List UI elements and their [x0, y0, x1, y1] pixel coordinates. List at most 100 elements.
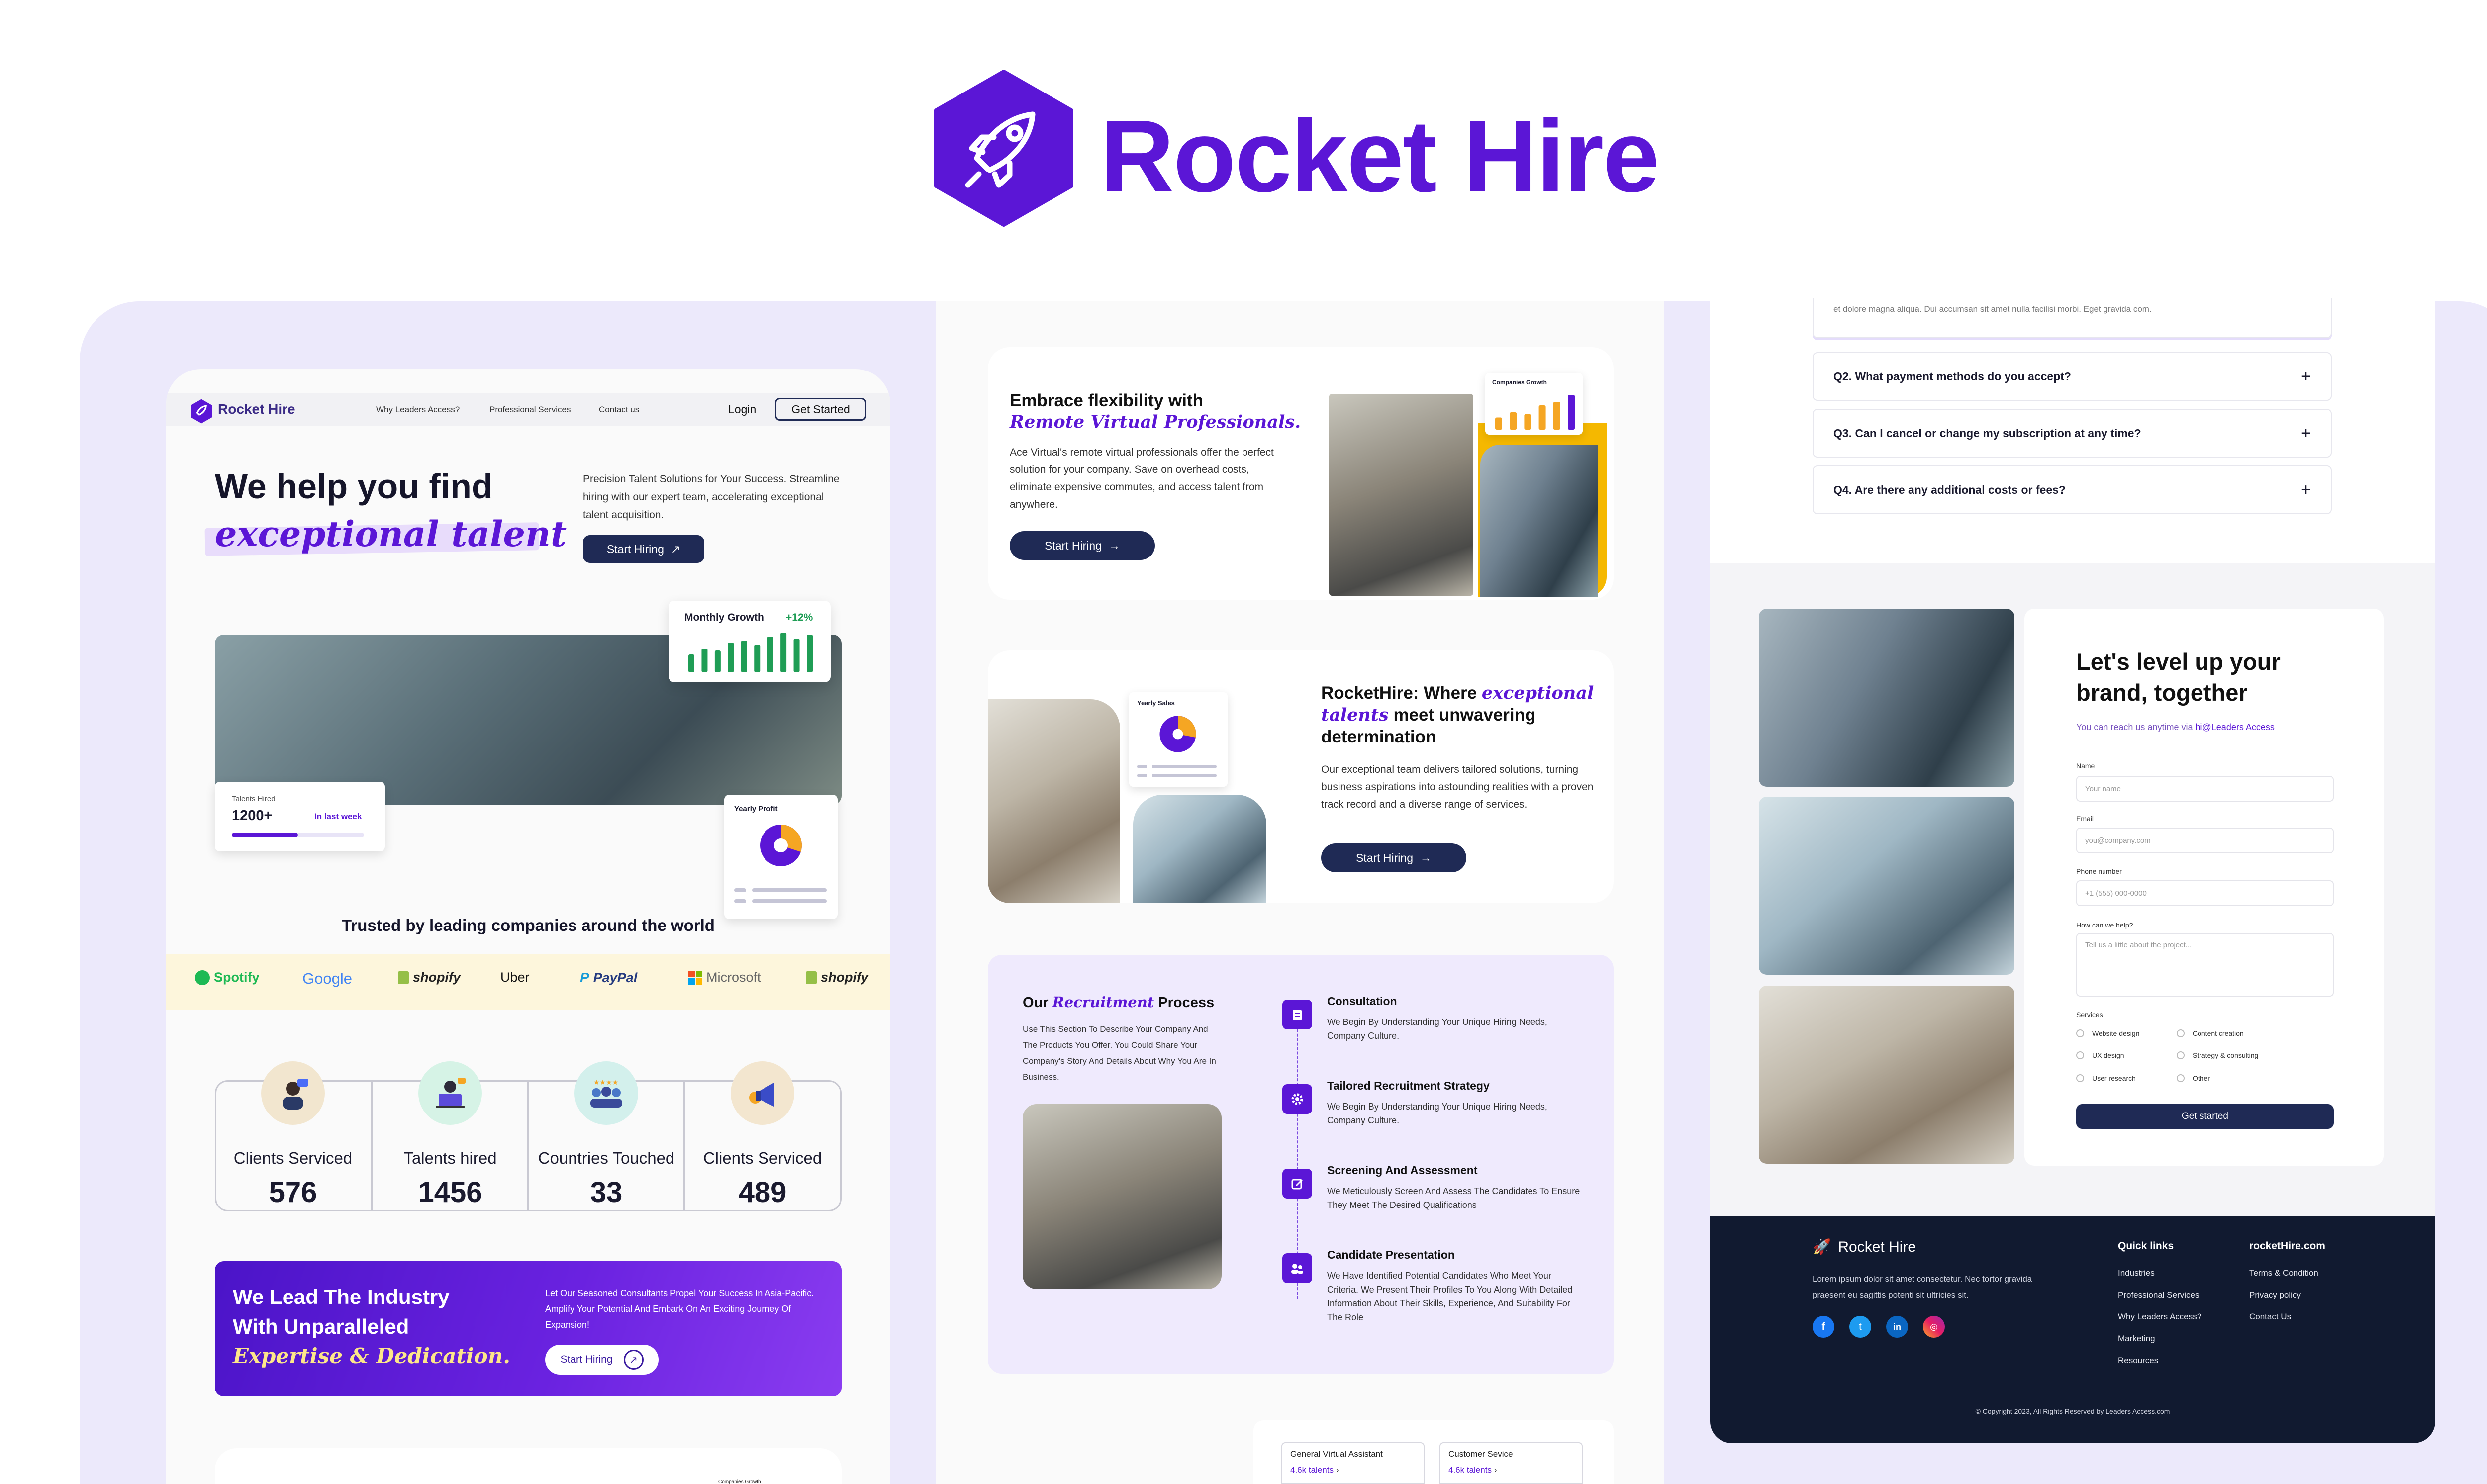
talents-label: Talents Hired [232, 795, 276, 803]
message-textarea[interactable]: Tell us a little about the project... [2076, 933, 2334, 997]
checkbox[interactable] [2076, 1074, 2084, 1082]
twitter-icon[interactable]: t [1849, 1316, 1871, 1338]
gear-icon [1282, 1084, 1312, 1114]
step-description: We Have Identified Potential Candidates … [1327, 1271, 1573, 1322]
banner-start-hiring-button[interactable]: Start Hiring ↗ [545, 1345, 659, 1375]
rocket-logo-icon[interactable] [190, 399, 213, 424]
name-input[interactable]: Your name [2076, 776, 2334, 802]
login-link[interactable]: Login [728, 403, 756, 416]
plus-icon[interactable]: + [2301, 480, 2311, 500]
talent-category-card[interactable]: General Virtual Assistant 4.6k talents › [1281, 1442, 1425, 1484]
copyright: © Copyright 2023, All Rights Reserved by… [1975, 1407, 2170, 1415]
microsoft-icon [688, 970, 702, 985]
faq-question: Q2. What payment methods do you accept? [1833, 370, 2071, 383]
instagram-icon[interactable]: ◎ [1923, 1316, 1945, 1338]
laptop-user-icon [418, 1061, 482, 1125]
rockethire-title: RocketHire: Where exceptional talents me… [1321, 682, 1600, 748]
plus-icon[interactable]: + [2301, 424, 2311, 443]
checkbox[interactable] [2076, 1029, 2084, 1037]
service-option[interactable]: UX design [2076, 1051, 2124, 1059]
phone-input[interactable]: +1 (555) 000-0000 [2076, 880, 2334, 906]
chevron-right-icon: › [1336, 1465, 1339, 1475]
growth-bar [1553, 402, 1560, 430]
nav-link-why[interactable]: Why Leaders Access? [376, 405, 460, 415]
embrace-cta-label: Start Hiring [1044, 539, 1102, 552]
plus-icon[interactable]: + [2301, 367, 2311, 386]
process-step: Consultation We Begin By Understanding Y… [1282, 995, 1581, 1043]
checkbox[interactable] [2177, 1051, 2185, 1059]
linkedin-icon[interactable]: in [1886, 1316, 1908, 1338]
quick-links-title: Quick links [2118, 1240, 2174, 1252]
megaphone-icon [731, 1061, 794, 1125]
facebook-icon[interactable]: f [1813, 1316, 1834, 1338]
edit-icon [1282, 1169, 1312, 1199]
service-option[interactable]: Website design [2076, 1029, 2139, 1037]
team-photo [1759, 609, 2014, 787]
talent-category-count: 4.6k talents › [1448, 1465, 1497, 1475]
nav-logo-text[interactable]: Rocket Hire [218, 401, 295, 417]
microsoft-logo: Microsoft [688, 970, 761, 985]
footer-link[interactable]: Resources [2118, 1356, 2158, 1366]
talents-progress-fill [232, 833, 298, 837]
nav-link-services[interactable]: Professional Services [489, 405, 571, 415]
services-label: Services [2076, 1011, 2103, 1019]
message-label: How can we help? [2076, 921, 2133, 929]
rockethire-card: Yearly Sales RocketHire: Where exception… [988, 650, 1614, 903]
get-started-button[interactable]: Get Started [775, 398, 866, 421]
get-started-submit-button[interactable]: Get started [2076, 1104, 2334, 1129]
checkbox[interactable] [2076, 1051, 2084, 1059]
process-step: Tailored Recruitment Strategy We Begin B… [1282, 1079, 1581, 1127]
footer-link[interactable]: Contact Us [2249, 1312, 2291, 1322]
hero-title-line1: We help you find [215, 467, 493, 506]
checkbox[interactable] [2177, 1029, 2185, 1037]
rockethire-start-hiring-button[interactable]: Start Hiring → [1321, 843, 1466, 872]
uber-logo: Uber [500, 970, 530, 985]
growth-change: +12% [786, 612, 813, 623]
talent-category-title: General Virtual Assistant [1290, 1449, 1383, 1459]
growth-bar [688, 654, 694, 672]
faq-question: Q4. Are there any additional costs or fe… [1833, 483, 2066, 496]
shopify-logo: shopify [398, 970, 461, 985]
checkbox[interactable] [2177, 1074, 2185, 1082]
embrace-start-hiring-button[interactable]: Start Hiring → [1010, 531, 1155, 560]
start-hiring-button[interactable]: Start Hiring ↗ [583, 535, 704, 563]
contact-email-link[interactable]: hi@Leaders Access [2196, 722, 2275, 732]
footer-link[interactable]: Terms & Condition [2249, 1268, 2318, 1278]
service-option[interactable]: Strategy & consulting [2177, 1051, 2258, 1059]
contact-subtitle: You can reach us anytime via hi@Leaders … [2076, 722, 2275, 732]
spotify-logo: Spotify [195, 970, 260, 985]
service-option[interactable]: Content creation [2177, 1029, 2244, 1037]
faq-item[interactable]: Q2. What payment methods do you accept? + [1813, 352, 2332, 401]
service-option[interactable]: User research [2076, 1074, 2136, 1082]
growth-bar [728, 643, 734, 672]
arrow-up-right-icon: ↗ [670, 542, 681, 556]
service-option[interactable]: Other [2177, 1074, 2210, 1082]
footer-link[interactable]: Privacy policy [2249, 1290, 2301, 1300]
profit-title: Yearly Profit [734, 805, 778, 813]
talents-period: In last week [314, 812, 362, 821]
step-title: Consultation [1327, 995, 1397, 1008]
companies-growth-chart [1495, 395, 1575, 430]
step-title: Candidate Presentation [1327, 1248, 1455, 1261]
faq-question: Q3. Can I cancel or change my subscripti… [1833, 426, 2141, 440]
sales-line [1137, 774, 1147, 777]
faq-item[interactable]: Q3. Can I cancel or change my subscripti… [1813, 409, 2332, 458]
footer-logo: 🚀 Rocket Hire [1813, 1238, 1916, 1256]
talent-category-card[interactable]: Customer Sevice 4.6k talents › [1439, 1442, 1583, 1484]
yearly-sales-label: Yearly Sales [1137, 699, 1175, 707]
nav-link-contact[interactable]: Contact us [599, 405, 639, 415]
rockethire-description: Our exceptional team delivers tailored s… [1321, 764, 1594, 810]
contact-title: Let's level up your brand, together [2076, 649, 2281, 706]
footer-link[interactable]: Marketing [2118, 1334, 2155, 1344]
footer-link[interactable]: Professional Services [2118, 1290, 2199, 1300]
footer-link[interactable]: Industries [2118, 1268, 2155, 1278]
stat-item: Clients Serviced 489 [684, 1061, 841, 1211]
stat-value: 33 [590, 1176, 623, 1208]
support-agent-icon [261, 1061, 325, 1125]
email-input[interactable]: you@company.com [2076, 828, 2334, 853]
stat-label: Clients Serviced [703, 1149, 822, 1167]
growth-bar-chart [688, 633, 813, 672]
faq-item[interactable]: Q4. Are there any additional costs or fe… [1813, 465, 2332, 514]
companies-growth-label: Companies Growth [1492, 379, 1547, 386]
footer-link[interactable]: Why Leaders Access? [2118, 1312, 2201, 1322]
